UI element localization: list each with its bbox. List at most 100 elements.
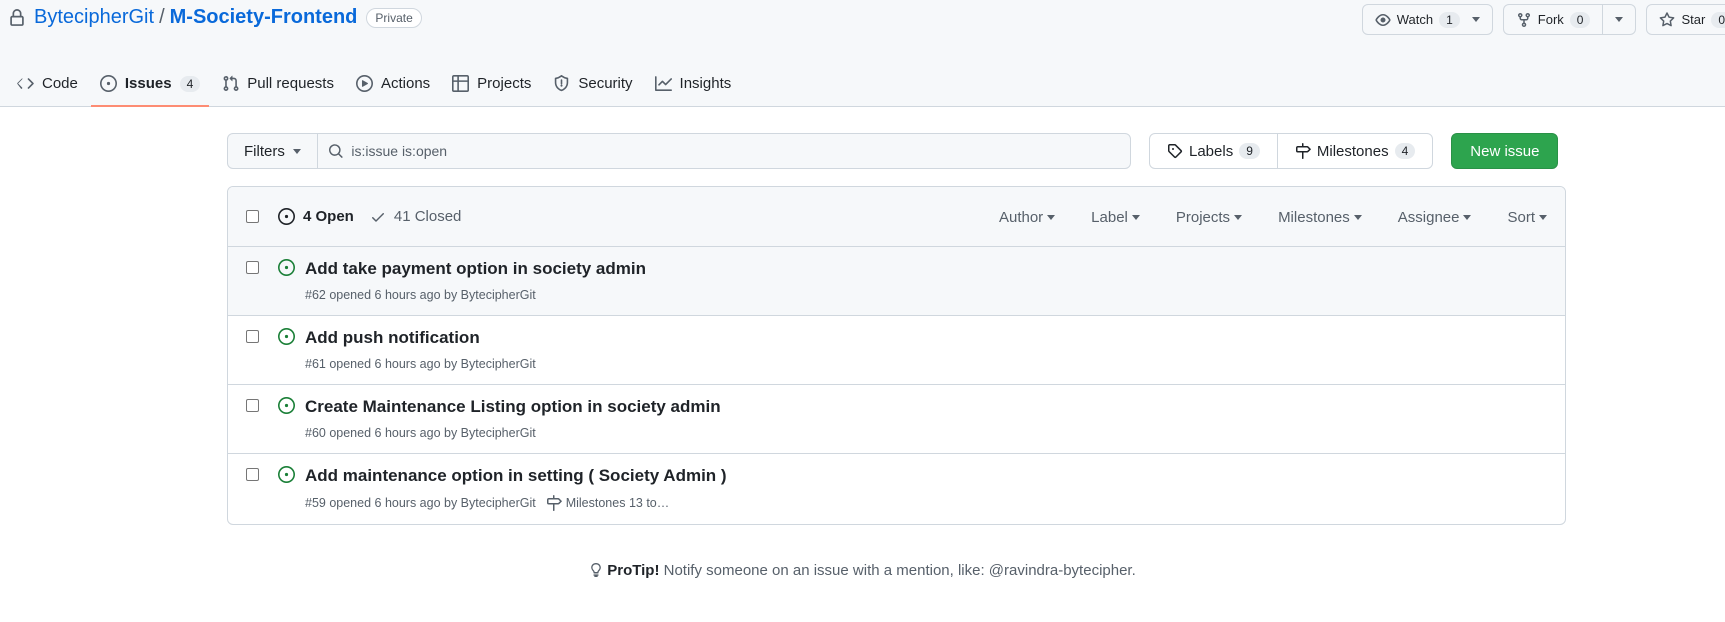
play-icon — [355, 75, 373, 92]
filters-label: Filters — [244, 142, 285, 160]
visibility-badge: Private — [366, 7, 422, 28]
protip: ProTip! Notify someone on an issue with … — [0, 562, 1725, 579]
tab-insights[interactable]: Insights — [646, 60, 741, 107]
chevron-down-icon — [1471, 17, 1480, 22]
issue-row: Add maintenance option in setting ( Soci… — [228, 454, 1565, 523]
chevron-down-icon — [1615, 17, 1624, 22]
issue-title-link[interactable]: Create Maintenance Listing option in soc… — [305, 397, 721, 417]
tab-pull-requests[interactable]: Pull requests — [213, 60, 343, 107]
chevron-down-icon — [1047, 214, 1056, 220]
issue-checkbox[interactable] — [246, 468, 259, 481]
chevron-down-icon — [292, 148, 301, 154]
milestone-icon — [1295, 143, 1311, 159]
fork-label: Fork — [1537, 12, 1564, 27]
author-filter[interactable]: Author — [999, 209, 1056, 226]
tab-label: Insights — [679, 75, 732, 92]
issue-checkbox[interactable] — [246, 261, 259, 274]
issue-title-link[interactable]: Add maintenance option in setting ( Soci… — [305, 466, 727, 486]
issue-meta: #60 opened 6 hours ago by BytecipherGit — [305, 426, 536, 440]
chevron-down-icon — [1539, 214, 1547, 220]
issue-checkbox[interactable] — [246, 399, 259, 412]
issue-milestone-link[interactable]: Milestones 13 to… — [546, 495, 670, 511]
label-filter[interactable]: Label — [1091, 209, 1140, 226]
repo-name-link[interactable]: M-Society-Frontend — [170, 6, 358, 29]
repo-owner-link[interactable]: BytecipherGit — [34, 6, 154, 29]
issue-row: Add push notification #61 opened 6 hours… — [228, 316, 1565, 385]
star-button[interactable]: Star 0 — [1647, 5, 1725, 34]
search-input[interactable] — [351, 143, 1130, 159]
chevron-down-icon — [1234, 214, 1243, 220]
star-button-group: Star 0 — [1646, 4, 1725, 35]
milestone-label: Milestones 13 to… — [565, 496, 670, 510]
issue-opened-icon — [278, 466, 295, 483]
issues-list: 4 Open 41 Closed Author Label Projects M… — [227, 186, 1566, 525]
tab-label: Actions — [380, 75, 431, 92]
watch-button[interactable]: Watch 1 — [1363, 5, 1492, 34]
milestones-filter[interactable]: Milestones — [1278, 209, 1362, 226]
tag-icon — [1167, 144, 1183, 159]
open-issues-toggle[interactable]: 4 Open — [278, 208, 354, 225]
check-icon — [371, 212, 384, 222]
tab-label: Code — [42, 75, 78, 92]
watch-count: 1 — [1439, 11, 1460, 28]
shield-icon — [555, 75, 569, 92]
chevron-down-icon — [1353, 214, 1362, 220]
open-count-label: 4 Open — [303, 208, 354, 225]
protip-text: Notify someone on an issue with a mentio… — [659, 562, 1136, 579]
issue-opened-icon — [278, 208, 295, 225]
star-count: 0 — [1711, 11, 1725, 28]
filter-label: Projects — [1175, 208, 1231, 226]
issue-meta: #62 opened 6 hours ago by BytecipherGit — [305, 288, 536, 302]
tab-projects[interactable]: Projects — [443, 60, 540, 107]
fork-dropdown-button[interactable] — [1602, 5, 1635, 34]
tab-code[interactable]: Code — [8, 60, 87, 107]
labels-button[interactable]: Labels 9 — [1150, 134, 1277, 168]
filter-label: Sort — [1507, 208, 1535, 226]
chevron-down-icon — [1463, 214, 1472, 220]
tab-actions[interactable]: Actions — [347, 60, 439, 107]
issue-title-link[interactable]: Add push notification — [305, 328, 480, 348]
fork-button[interactable]: Fork 0 — [1504, 5, 1603, 34]
filter-label: Assignee — [1397, 208, 1460, 226]
tab-label: Issues — [124, 75, 172, 92]
filter-search-group: Filters — [227, 133, 1131, 169]
closed-issues-toggle[interactable]: 41 Closed — [370, 208, 461, 225]
filter-label: Milestones — [1278, 208, 1350, 226]
select-all-checkbox[interactable] — [246, 210, 259, 223]
tab-label: Pull requests — [247, 75, 334, 92]
milestones-button[interactable]: Milestones 4 — [1276, 134, 1432, 168]
tab-security[interactable]: Security — [544, 60, 641, 107]
issue-row: Create Maintenance Listing option in soc… — [228, 385, 1565, 454]
filter-label: Label — [1091, 208, 1128, 226]
issue-checkbox[interactable] — [246, 330, 259, 343]
filters-dropdown-button[interactable]: Filters — [228, 134, 318, 168]
issue-row: Add take payment option in society admin… — [228, 247, 1565, 316]
issue-opened-icon — [278, 328, 295, 345]
watch-button-group: Watch 1 — [1361, 4, 1493, 35]
issue-opened-icon — [278, 259, 295, 276]
new-issue-button[interactable]: New issue — [1451, 133, 1559, 169]
star-icon — [1660, 11, 1675, 26]
repo-actions: Watch 1 Fork 0 Star 0 — [1361, 4, 1725, 35]
issue-title-link[interactable]: Add take payment option in society admin — [305, 259, 646, 279]
projects-filter[interactable]: Projects — [1175, 208, 1243, 226]
repo-nav: Code Issues 4 Pull requests Actions Proj… — [0, 60, 744, 107]
sort-filter[interactable]: Sort — [1507, 209, 1547, 226]
light-bulb-icon — [591, 563, 602, 577]
search-icon — [328, 144, 343, 158]
tab-label: Security — [578, 75, 633, 92]
issue-meta-text: #60 opened 6 hours ago by BytecipherGit — [305, 426, 536, 440]
issue-meta: #61 opened 6 hours ago by BytecipherGit — [305, 357, 536, 371]
issue-meta: #59 opened 6 hours ago by BytecipherGit … — [305, 495, 669, 511]
assignee-filter[interactable]: Assignee — [1398, 209, 1472, 226]
issues-list-header: 4 Open 41 Closed Author Label Projects M… — [228, 187, 1565, 247]
milestones-count: 4 — [1394, 143, 1416, 159]
search-box — [318, 134, 1130, 168]
eye-icon — [1375, 13, 1391, 26]
labels-milestones-group: Labels 9 Milestones 4 — [1149, 133, 1434, 169]
list-filters: Author Label Projects Milestones Assigne… — [999, 187, 1547, 247]
milestone-icon — [546, 495, 562, 511]
repo-header: BytecipherGit / M-Society-Frontend Priva… — [0, 0, 1725, 107]
tab-issues[interactable]: Issues 4 — [90, 60, 210, 107]
star-label: Star — [1681, 12, 1706, 27]
